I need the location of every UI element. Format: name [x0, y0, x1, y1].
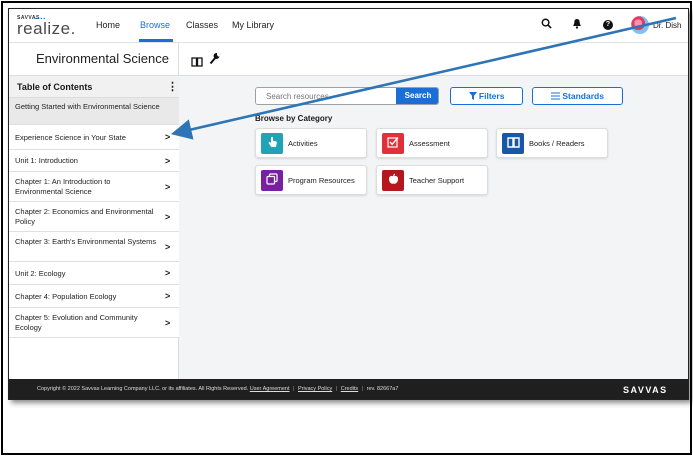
toc-item-chapter-4[interactable]: Chapter 4: Population Ecology >	[9, 285, 179, 308]
toc-item-label: Chapter 2: Economics and Environmental P…	[15, 207, 154, 226]
toc-item-unit-1[interactable]: Unit 1: Introduction >	[9, 150, 179, 172]
chevron-right-icon: >	[165, 291, 171, 301]
footer-user-agreement-link[interactable]: User Agreement	[250, 386, 290, 392]
standards-button[interactable]: Standards	[532, 87, 623, 105]
category-label: Activities	[288, 139, 318, 148]
app-window: SAVVAS ▪▪▪▪ realize. Home Browse Classes…	[8, 8, 689, 400]
course-title: Environmental Science	[36, 51, 169, 66]
book-icon[interactable]	[191, 54, 203, 67]
help-icon[interactable]: ?	[603, 20, 613, 30]
browse-content: Search Filters Standards Browse by Categ…	[179, 76, 688, 379]
more-vertical-icon[interactable]: ⋮	[167, 80, 178, 93]
nav-browse[interactable]: Browse	[140, 20, 170, 30]
category-label: Program Resources	[288, 176, 355, 185]
toc-header: Table of Contents ⋮	[9, 76, 179, 98]
toc-item-label: Unit 2: Ecology	[15, 269, 66, 278]
filters-label: Filters	[478, 91, 505, 101]
filter-funnel-icon	[468, 91, 479, 101]
user-name[interactable]: Dr. Dish	[653, 21, 681, 30]
toc-item-label: Experience Science in Your State	[15, 133, 126, 142]
category-books-readers[interactable]: Books / Readers	[496, 128, 608, 158]
chevron-right-icon: >	[165, 132, 171, 142]
search-box: Search	[255, 87, 439, 105]
toc-item-label: Unit 1: Introduction	[15, 156, 78, 165]
footer-privacy-policy-link[interactable]: Privacy Policy	[298, 386, 332, 392]
logo-name: realize.	[17, 19, 76, 38]
open-book-icon	[502, 133, 524, 154]
toc-item-experience-science[interactable]: Experience Science in Your State >	[9, 125, 179, 150]
category-activities[interactable]: Activities	[255, 128, 367, 158]
search-button[interactable]: Search	[396, 88, 438, 104]
avatar[interactable]	[631, 16, 649, 34]
footer-separator: |	[293, 386, 295, 392]
nav-my-library[interactable]: My Library	[232, 20, 274, 30]
table-of-contents: Table of Contents ⋮ Getting Started with…	[9, 76, 179, 379]
footer-revision: rev. 82667a7	[366, 386, 399, 392]
filters-button[interactable]: Filters	[450, 87, 523, 105]
list-lines-icon	[551, 91, 562, 101]
toc-item-label: Chapter 3: Earth's Environmental Systems	[15, 237, 157, 246]
category-label: Assessment	[409, 139, 450, 148]
course-title-box: Environmental Science	[9, 43, 179, 76]
footer-copyright: Copyright © 2022 Savvas Learning Company…	[37, 386, 249, 392]
toc-item-chapter-3[interactable]: Chapter 3: Earth's Environmental Systems…	[9, 232, 179, 262]
footer-separator: |	[361, 386, 364, 392]
toc-title: Table of Contents	[17, 82, 93, 92]
browse-by-category-heading: Browse by Category	[255, 114, 333, 123]
footer-separator: |	[335, 386, 338, 392]
chevron-right-icon: >	[165, 156, 171, 166]
footer-credits-link[interactable]: Credits	[341, 386, 358, 392]
toc-item-getting-started[interactable]: Getting Started with Environmental Scien…	[9, 98, 179, 125]
checkbox-icon	[382, 133, 404, 154]
standards-label: Standards	[562, 91, 604, 101]
toc-item-label: Chapter 4: Population Ecology	[15, 292, 117, 301]
category-label: Teacher Support	[409, 176, 465, 185]
realize-logo[interactable]: SAVVAS ▪▪▪▪ realize.	[17, 13, 76, 39]
footer: Copyright © 2022 Savvas Learning Company…	[9, 379, 688, 399]
chevron-right-icon: >	[165, 182, 171, 192]
savvas-footer-logo: SAVVAS	[623, 385, 668, 395]
top-nav: SAVVAS ▪▪▪▪ realize. Home Browse Classes…	[9, 9, 688, 43]
category-label: Books / Readers	[529, 139, 585, 148]
footer-text: Copyright © 2022 Savvas Learning Company…	[37, 386, 398, 392]
toc-item-label: Chapter 5: Evolution and Community Ecolo…	[15, 313, 138, 332]
screenshot-frame: SAVVAS ▪▪▪▪ realize. Home Browse Classes…	[1, 1, 692, 455]
chevron-right-icon: >	[165, 318, 171, 328]
stacked-pages-icon	[261, 170, 283, 191]
apple-icon	[382, 170, 404, 191]
chevron-right-icon: >	[165, 242, 171, 252]
nav-classes[interactable]: Classes	[186, 20, 218, 30]
toc-item-label: Getting Started with Environmental Scien…	[15, 102, 160, 111]
nav-browse-underline	[139, 39, 173, 42]
chevron-right-icon: >	[165, 268, 171, 278]
toc-item-chapter-1[interactable]: Chapter 1: An Introduction to Environmen…	[9, 172, 179, 202]
search-input[interactable]	[256, 88, 396, 104]
bell-icon[interactable]	[570, 18, 584, 32]
category-program-resources[interactable]: Program Resources	[255, 165, 367, 195]
nav-home[interactable]: Home	[96, 20, 120, 30]
wrench-icon[interactable]	[209, 52, 221, 65]
course-title-bar: Environmental Science	[9, 43, 688, 76]
category-teacher-support[interactable]: Teacher Support	[376, 165, 488, 195]
chevron-right-icon: >	[165, 212, 171, 222]
pointer-hand-icon	[261, 133, 283, 154]
toc-item-chapter-5[interactable]: Chapter 5: Evolution and Community Ecolo…	[9, 308, 179, 338]
toc-item-chapter-2[interactable]: Chapter 2: Economics and Environmental P…	[9, 202, 179, 232]
search-icon[interactable]	[539, 18, 553, 32]
toc-item-label: Chapter 1: An Introduction to Environmen…	[15, 177, 111, 196]
toc-item-unit-2[interactable]: Unit 2: Ecology >	[9, 262, 179, 285]
category-assessment[interactable]: Assessment	[376, 128, 488, 158]
